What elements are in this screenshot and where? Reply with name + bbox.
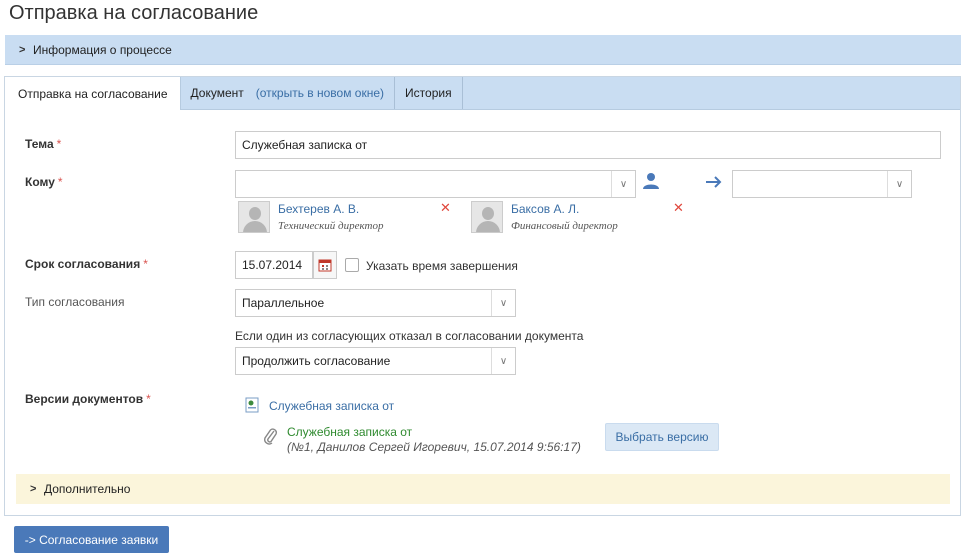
required-marker: *: [146, 392, 151, 406]
on-reject-label: Если один из согласующих отказал в согла…: [235, 329, 584, 343]
arrow-right-icon: [706, 176, 722, 188]
remove-recipient-icon[interactable]: ✕: [673, 200, 684, 216]
on-reject-value: Продолжить согласование: [242, 354, 391, 368]
subject-value: Служебная записка от: [242, 138, 368, 152]
document-icon: [245, 397, 259, 413]
required-marker: *: [57, 175, 63, 189]
paperclip-icon: [264, 428, 277, 445]
required-marker: *: [143, 257, 148, 271]
subject-label-text: Тема: [25, 137, 54, 151]
additional-toggle[interactable]: > Дополнительно: [16, 474, 950, 504]
versions-label-text: Версии документов: [25, 392, 144, 406]
tab-document-label: Документ: [190, 86, 244, 100]
page-title: Отправка на согласование: [9, 2, 259, 24]
chevron-down-icon[interactable]: ∨: [611, 171, 635, 197]
tab-send-label: Отправка на согласование: [18, 86, 168, 101]
tab-document[interactable]: Документ (открыть в новом окне): [181, 77, 396, 109]
on-reject-select[interactable]: Продолжить согласование ∨: [235, 347, 516, 375]
recipient-name[interactable]: Баксов А. Л.: [511, 202, 618, 216]
tab-history-label: История: [405, 86, 452, 100]
subject-label: Тема *: [25, 137, 61, 151]
select-version-button[interactable]: Выбрать версию: [605, 423, 719, 451]
deadline-label: Срок согласования *: [25, 257, 148, 271]
main-panel: Отправка на согласование Документ (откры…: [4, 76, 961, 516]
deadline-label-text: Срок согласования: [25, 257, 141, 271]
attachment-name[interactable]: Служебная записка от: [287, 425, 412, 439]
tab-bar: Отправка на согласование Документ (откры…: [5, 77, 960, 110]
chevron-right-icon: >: [19, 43, 26, 56]
to-label-text: Кому: [25, 175, 55, 189]
process-info-label: Информация о процессе: [33, 42, 172, 57]
forward-select[interactable]: ∨: [732, 170, 912, 198]
additional-label: Дополнительно: [44, 482, 131, 496]
to-select[interactable]: ∨: [235, 170, 636, 198]
remove-recipient-icon[interactable]: ✕: [440, 200, 451, 216]
tab-send-for-approval[interactable]: Отправка на согласование: [5, 77, 181, 110]
chevron-down-icon[interactable]: ∨: [491, 290, 515, 316]
open-in-new-window-link[interactable]: (открыть в новом окне): [256, 86, 384, 100]
set-end-time-checkbox[interactable]: [345, 258, 359, 272]
recipient-name[interactable]: Бехтерев А. В.: [278, 202, 383, 216]
chevron-down-icon[interactable]: ∨: [491, 348, 515, 374]
approval-type-select[interactable]: Параллельное ∨: [235, 289, 516, 317]
recipient-card: Бехтерев А. В. Технический директор: [238, 201, 383, 233]
to-label: Кому *: [25, 175, 63, 189]
recipient-role: Финансовый директор: [511, 220, 618, 232]
calendar-icon: [318, 259, 332, 272]
versions-label: Версии документов *: [25, 392, 151, 406]
user-icon[interactable]: [642, 172, 660, 190]
attachment-meta: (№1, Данилов Сергей Игоревич, 15.07.2014…: [287, 440, 581, 454]
submit-approval-button[interactable]: -> Согласование заявки: [14, 526, 169, 553]
set-end-time-label: Указать время завершения: [366, 259, 518, 273]
subject-input[interactable]: Служебная записка от: [235, 131, 941, 159]
document-link[interactable]: Служебная записка от: [269, 399, 394, 413]
tab-history[interactable]: История: [395, 77, 463, 109]
avatar: [238, 201, 270, 233]
recipient-role: Технический директор: [278, 220, 384, 232]
deadline-value: 15.07.2014: [242, 258, 303, 272]
chevron-right-icon: >: [30, 483, 37, 495]
required-marker: *: [56, 137, 62, 151]
avatar: [471, 201, 503, 233]
approval-type-label: Тип согласования: [25, 295, 125, 309]
process-info-toggle[interactable]: > Информация о процессе: [5, 35, 961, 65]
approval-type-label-text: Тип согласования: [25, 295, 125, 309]
deadline-date-input[interactable]: 15.07.2014: [235, 251, 313, 279]
recipient-card: Баксов А. Л. Финансовый директор: [471, 201, 618, 233]
chevron-down-icon[interactable]: ∨: [887, 171, 911, 197]
calendar-button[interactable]: [313, 251, 337, 279]
approval-type-value: Параллельное: [242, 296, 325, 310]
